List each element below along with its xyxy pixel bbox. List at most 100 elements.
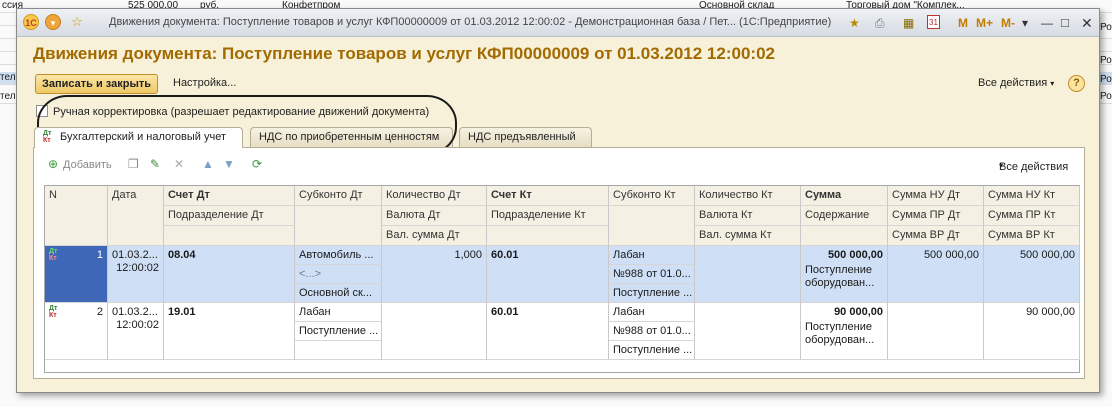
help-button[interactable]: ? [1068,75,1085,92]
movements-table: N Дата Счет Дт Подразделение Дт Субконто… [44,185,1080,373]
subconto-dt-cell[interactable]: <...> [295,265,382,284]
tab-vat-acquired[interactable]: НДС по приобретенным ценностям [250,127,453,147]
sum-nu-dt-cell[interactable]: 500 000,00 [888,246,984,303]
manual-correction-checkbox[interactable] [36,105,48,117]
column-header[interactable]: Сумма ПР Кт [984,206,1080,226]
subconto-kt-cell[interactable]: Лабан [609,246,695,265]
column-header[interactable]: Сумма ВР Кт [984,226,1080,246]
settings-button[interactable]: Настройка... [173,77,236,89]
column-header[interactable]: Субконто Дт [295,186,382,206]
edit-pencil-icon[interactable]: ✎ [150,157,160,171]
account-dt-cell[interactable]: 08.04 [164,246,295,303]
date-cell[interactable]: 01.03.2... 12:00:02 [108,303,164,360]
save-and-close-button[interactable]: Записать и закрыть [35,74,159,94]
subconto-dt-cell[interactable]: Поступление ... [295,322,382,341]
subconto-dt-cell[interactable]: Основной ск... [295,284,382,303]
account-dt-cell[interactable]: 19.01 [164,303,295,360]
column-header[interactable]: Вал. сумма Дт [382,226,487,246]
subconto-dt-cell[interactable]: Лабан [295,303,382,322]
column-header[interactable]: Содержание [801,206,888,226]
tab-vat-presented[interactable]: НДС предъявленный [459,127,592,147]
chevron-down-icon: ▾ [1050,79,1055,88]
quantity-kt-cell[interactable] [695,303,801,360]
column-header[interactable]: Дата [108,186,164,246]
account-kt-cell[interactable]: 60.01 [487,246,609,303]
column-header[interactable]: Количество Кт [695,186,801,206]
tab-panel: ⊕ Добавить ❐ ✎ ✕ ▲ ▼ ⟳ Все действия ▾ N … [33,147,1085,379]
add-icon[interactable]: ⊕ [48,157,58,171]
quantity-dt-cell[interactable]: 1,000 [382,246,487,303]
date-value: 01.03.2... [112,306,158,318]
column-header[interactable]: Счет Дт [164,186,295,206]
column-header[interactable]: Валюта Дт [382,206,487,226]
column-header[interactable]: N [45,186,108,246]
column-header[interactable]: Подразделение Кт [487,206,609,226]
column-header[interactable]: Счет Кт [487,186,609,206]
dropdown-arrow-icon[interactable]: ▾ [1022,15,1028,31]
date-cell[interactable]: 01.03.2... 12:00:02 [108,246,164,303]
tab-label: Бухгалтерский и налоговый учет [60,131,227,143]
table-toolbar: ⊕ Добавить ❐ ✎ ✕ ▲ ▼ ⟳ Все действия ▾ [34,157,1084,175]
account-kt-cell[interactable]: 60.01 [487,303,609,360]
date-value: 01.03.2... [112,249,158,261]
column-header[interactable]: Сумма ПР Дт [888,206,984,226]
column-header[interactable]: Валюта Кт [695,206,801,226]
all-actions-menu[interactable]: Все действия ▾ [978,77,1054,89]
column-header [609,206,695,246]
tab-label: НДС по приобретенным ценностям [259,131,440,143]
document-movements-window: 1C ▾ ☆ Движения документа: Поступление т… [16,8,1100,393]
print-icon[interactable]: ⎙ [875,15,885,31]
sum-cell[interactable]: 90 000,00 Поступление оборудован... [801,303,888,360]
subconto-kt-cell[interactable]: Лабан [609,303,695,322]
subconto-dt-cell[interactable] [295,341,382,360]
column-header [487,226,609,246]
calendar-icon[interactable]: 31 [927,15,940,29]
favorite-star-icon[interactable]: ☆ [69,14,85,30]
quantity-kt-cell[interactable] [695,246,801,303]
calculator-icon[interactable]: ▦ [903,15,914,31]
subconto-kt-cell[interactable]: №988 от 01.0... [609,322,695,341]
content-value: оборудован... [805,277,875,289]
time-value: 12:00:02 [116,262,159,274]
row-number-cell[interactable]: Дт Кт 2 [45,303,108,360]
subconto-kt-cell[interactable]: Поступление ... [609,341,695,360]
column-header[interactable]: Вал. сумма Кт [695,226,801,246]
sum-nu-kt-cell[interactable]: 500 000,00 [984,246,1080,303]
subconto-kt-cell[interactable]: Поступление ... [609,284,695,303]
memory-m-button[interactable]: M [958,15,968,31]
bg-label: Рос [1100,91,1112,102]
add-button[interactable]: Добавить [63,159,112,171]
content-value: Поступление [805,264,873,276]
dt-kt-icon: Дт Кт [49,305,58,319]
tab-accounting[interactable]: Дт Кт Бухгалтерский и налоговый учет [34,127,243,148]
close-icon[interactable]: ✕ [1081,15,1093,31]
maximize-icon[interactable]: □ [1061,15,1069,31]
delete-icon[interactable]: ✕ [174,157,184,171]
minimize-icon[interactable]: — [1041,15,1053,31]
column-header[interactable]: Сумма [801,186,888,206]
sum-cell[interactable]: 500 000,00 Поступление оборудован... [801,246,888,303]
memory-minus-button[interactable]: M- [1001,15,1015,31]
column-header[interactable]: Сумма ВР Дт [888,226,984,246]
copy-icon[interactable]: ❐ [128,157,139,171]
row-number-cell[interactable]: Дт Кт 1 [45,246,108,303]
menu-dropdown-icon[interactable]: ▾ [45,14,61,30]
column-header[interactable]: Сумма НУ Дт [888,186,984,206]
title-bar[interactable]: 1C ▾ ☆ Движения документа: Поступление т… [17,9,1099,37]
favorites-icon[interactable]: ★ [849,15,860,31]
quantity-dt-cell[interactable] [382,303,487,360]
column-header[interactable]: Количество Дт [382,186,487,206]
subconto-kt-cell[interactable]: №988 от 01.0... [609,265,695,284]
column-header[interactable]: Субконто Кт [609,186,695,206]
app-logo-icon[interactable]: 1C [23,14,39,30]
move-up-icon[interactable]: ▲ [202,157,214,171]
column-header[interactable]: Подразделение Дт [164,206,295,226]
move-down-icon[interactable]: ▼ [223,157,235,171]
bg-label: Рос [1100,22,1112,33]
refresh-icon[interactable]: ⟳ [252,157,262,171]
column-header[interactable]: Сумма НУ Кт [984,186,1080,206]
subconto-dt-cell[interactable]: Автомобиль ... [295,246,382,265]
sum-nu-kt-cell[interactable]: 90 000,00 [984,303,1080,360]
memory-plus-button[interactable]: M+ [976,15,993,31]
sum-nu-dt-cell[interactable] [888,303,984,360]
